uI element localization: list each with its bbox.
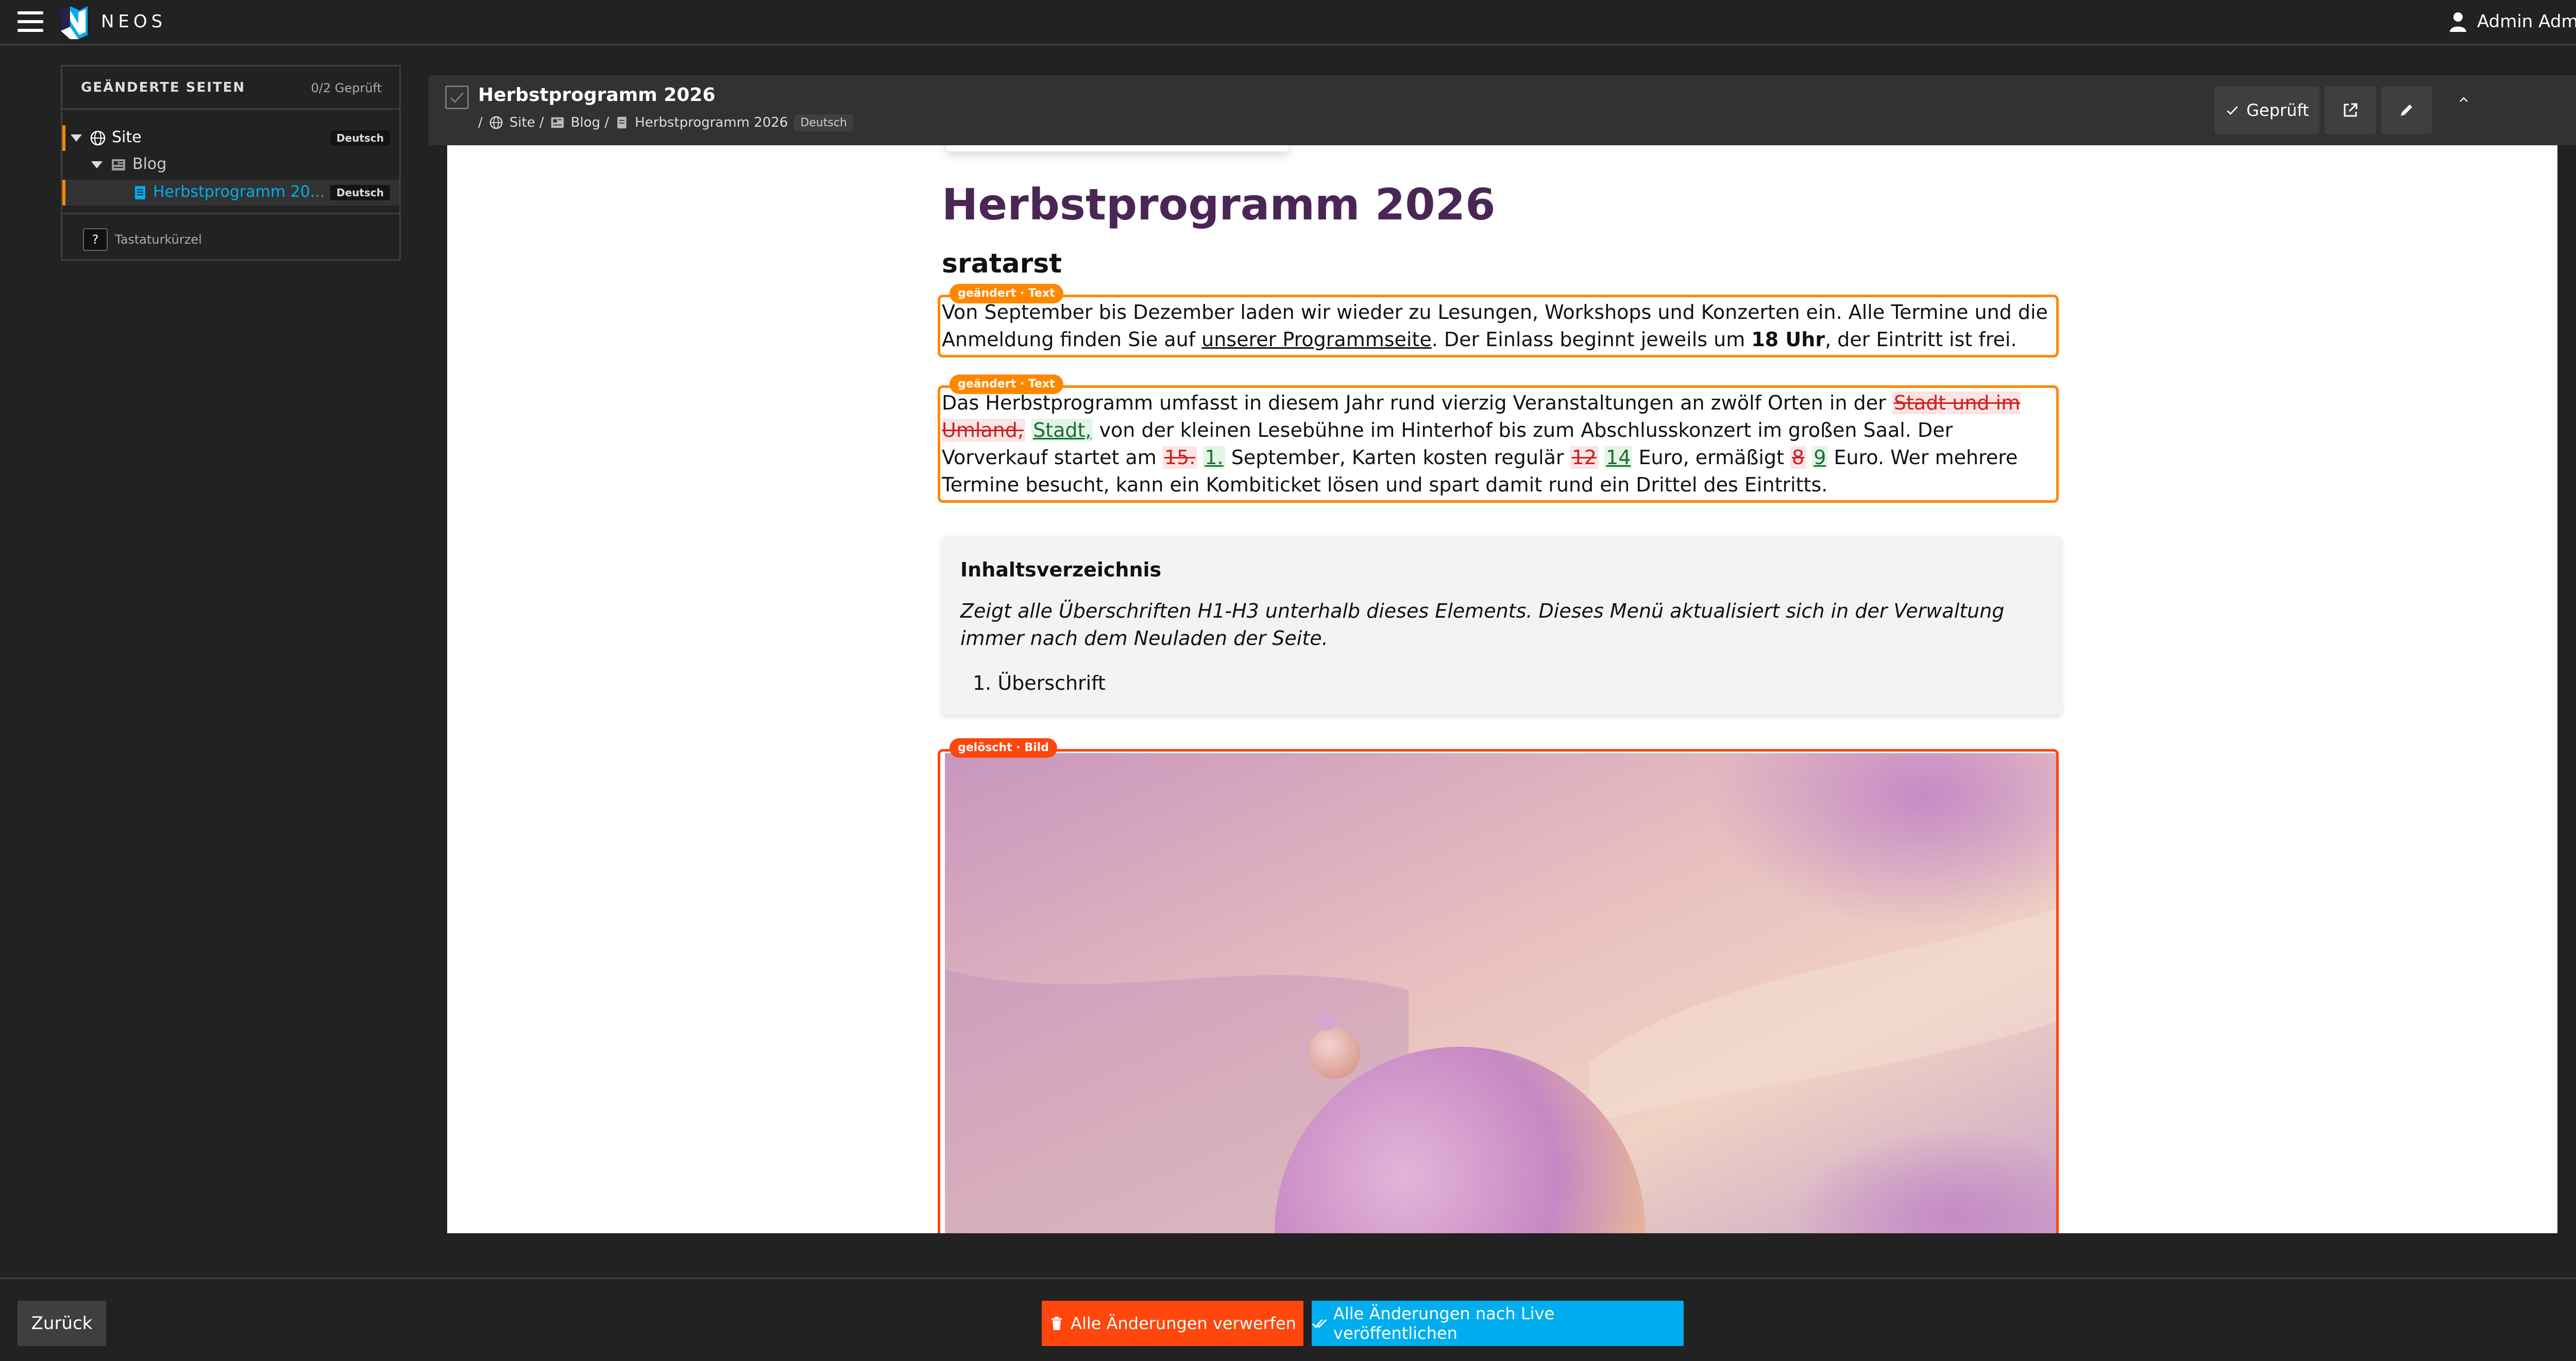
tree-item-site[interactable]: Site Deutsch	[62, 125, 399, 151]
changed-marker	[62, 125, 65, 151]
keyboard-shortcuts-button[interactable]: ?	[83, 228, 108, 251]
bottom-bar: Zurück Alle Änderungen verwerfen Alle Än…	[0, 1278, 2576, 1361]
inserted-text: 14	[1604, 446, 1633, 469]
publish-all-button[interactable]: Alle Änderungen nach Live veröffentliche…	[1312, 1301, 1684, 1346]
language-badge: Deutsch	[794, 114, 853, 131]
changed-marker	[62, 180, 65, 206]
external-link-icon	[2344, 103, 2358, 117]
paragraph-text: . Der Einlass beginnt jeweils um	[1431, 328, 1752, 351]
edit-button[interactable]	[2381, 87, 2432, 134]
panel-title: GEÄNDERTE SEITEN	[81, 80, 246, 95]
publish-all-label: Alle Änderungen nach Live veröffentliche…	[1333, 1304, 1555, 1343]
paragraph-2: Das Herbstprogramm umfasst in diesem Jah…	[942, 389, 2062, 499]
inserted-text: 9	[1812, 446, 1828, 469]
document-icon	[135, 186, 145, 199]
news-icon	[551, 117, 564, 128]
logo-text: NEOS	[101, 11, 167, 32]
breadcrumb-page[interactable]: Herbstprogramm 2026	[635, 115, 788, 130]
discard-all-label: Alle Änderungen verwerfen	[1071, 1314, 1296, 1333]
double-check-icon	[1312, 1319, 1327, 1329]
review-checkbox[interactable]	[445, 86, 469, 109]
tree-item-label: Site	[112, 128, 142, 146]
check-icon	[450, 92, 464, 104]
sub-heading: sratarst	[942, 248, 1062, 279]
breadcrumb-site[interactable]: Site /	[510, 115, 544, 130]
inserted-text: 1.	[1203, 446, 1225, 469]
tree-item-herbstprogramm[interactable]: Herbstprogramm 20... Deutsch	[62, 180, 399, 206]
back-button[interactable]: Zurück	[18, 1301, 106, 1346]
language-badge: Deutsch	[330, 185, 390, 200]
collapse-button[interactable]	[2439, 87, 2488, 134]
mark-reviewed-button[interactable]: Geprüft	[2214, 87, 2319, 134]
breadcrumb-blog[interactable]: Blog /	[571, 115, 609, 130]
toc-item[interactable]: 1. Überschrift	[973, 672, 1106, 694]
open-external-button[interactable]	[2325, 87, 2376, 134]
page-title: Herbstprogramm 2026	[478, 84, 716, 106]
tree-item-label: Blog	[132, 155, 167, 173]
floating-card	[946, 145, 1289, 151]
user-menu-button[interactable]: Admin Admin	[2477, 11, 2576, 32]
paragraph-1: Von September bis Dezember laden wir wie…	[942, 299, 2062, 353]
page-heading: Herbstprogramm 2026	[942, 179, 1496, 230]
preview-header: Herbstprogramm 2026 / Site / Blog / Herb…	[429, 75, 2576, 145]
menu-icon[interactable]	[18, 11, 43, 32]
reviewed-count: 0/2 Geprüft	[311, 81, 382, 95]
trash-icon	[1052, 1317, 1062, 1330]
program-page-link[interactable]: unserer Programmseite	[1201, 328, 1432, 351]
news-icon	[112, 159, 125, 171]
deleted-text: 12	[1570, 446, 1598, 469]
top-bar: NEOS Admin Admin	[0, 0, 2576, 45]
divider	[62, 213, 399, 214]
toc-description: Zeigt alle Überschriften H1-H3 unterhalb…	[960, 600, 2005, 650]
change-tag: gelöscht · Bild	[950, 738, 1057, 758]
keyboard-shortcuts-label[interactable]: Tastaturkürzel	[115, 232, 202, 247]
globe-icon	[489, 116, 503, 129]
panel-header: GEÄNDERTE SEITEN 0/2 Geprüft	[62, 66, 399, 110]
discard-all-button[interactable]: Alle Änderungen verwerfen	[1042, 1301, 1303, 1346]
chevron-up-icon	[2460, 97, 2468, 102]
changed-pages-panel: GEÄNDERTE SEITEN 0/2 Geprüft Site Deutsc…	[61, 65, 401, 261]
deleted-text: 15.	[1162, 446, 1197, 469]
paragraph-text: Euro, ermäßigt	[1632, 446, 1790, 469]
paragraph-text: , der Eintritt ist frei.	[1825, 328, 2017, 351]
check-icon	[2227, 106, 2238, 115]
deleted-text: 8	[1790, 446, 1806, 469]
breadcrumb: / Site / Blog / Herbstprogramm 2026 Deut…	[478, 111, 853, 134]
tree-item-label: Herbstprogramm 20...	[153, 183, 325, 201]
toc-title: Inhaltsverzeichnis	[960, 558, 1162, 581]
breadcrumb-root[interactable]: /	[478, 115, 483, 130]
language-badge: Deutsch	[330, 130, 390, 146]
inserted-text: Stadt,	[1031, 419, 1093, 441]
page-preview[interactable]: Herbstprogramm 2026 sratarst geändert · …	[447, 145, 2557, 1233]
document-icon	[617, 116, 626, 129]
neos-logo-icon[interactable]	[59, 6, 90, 39]
caret-down-icon[interactable]	[91, 161, 103, 168]
caret-down-icon[interactable]	[71, 134, 82, 142]
globe-icon	[90, 130, 106, 146]
user-icon[interactable]	[2449, 11, 2467, 32]
deleted-image-block[interactable]: gelöscht · Bild	[938, 738, 2059, 1233]
paragraph-text: September, Karten kosten regulär	[1225, 446, 1570, 469]
table-of-contents[interactable]: Inhaltsverzeichnis Zeigt alle Überschrif…	[942, 536, 2062, 715]
mark-reviewed-label: Geprüft	[2246, 100, 2309, 120]
paragraph-text: Das Herbstprogramm umfasst in diesem Jah…	[942, 392, 1892, 414]
pencil-icon	[2401, 105, 2412, 116]
paragraph-bold: 18 Uhr	[1751, 328, 1825, 351]
tree-item-blog[interactable]: Blog	[62, 152, 399, 178]
